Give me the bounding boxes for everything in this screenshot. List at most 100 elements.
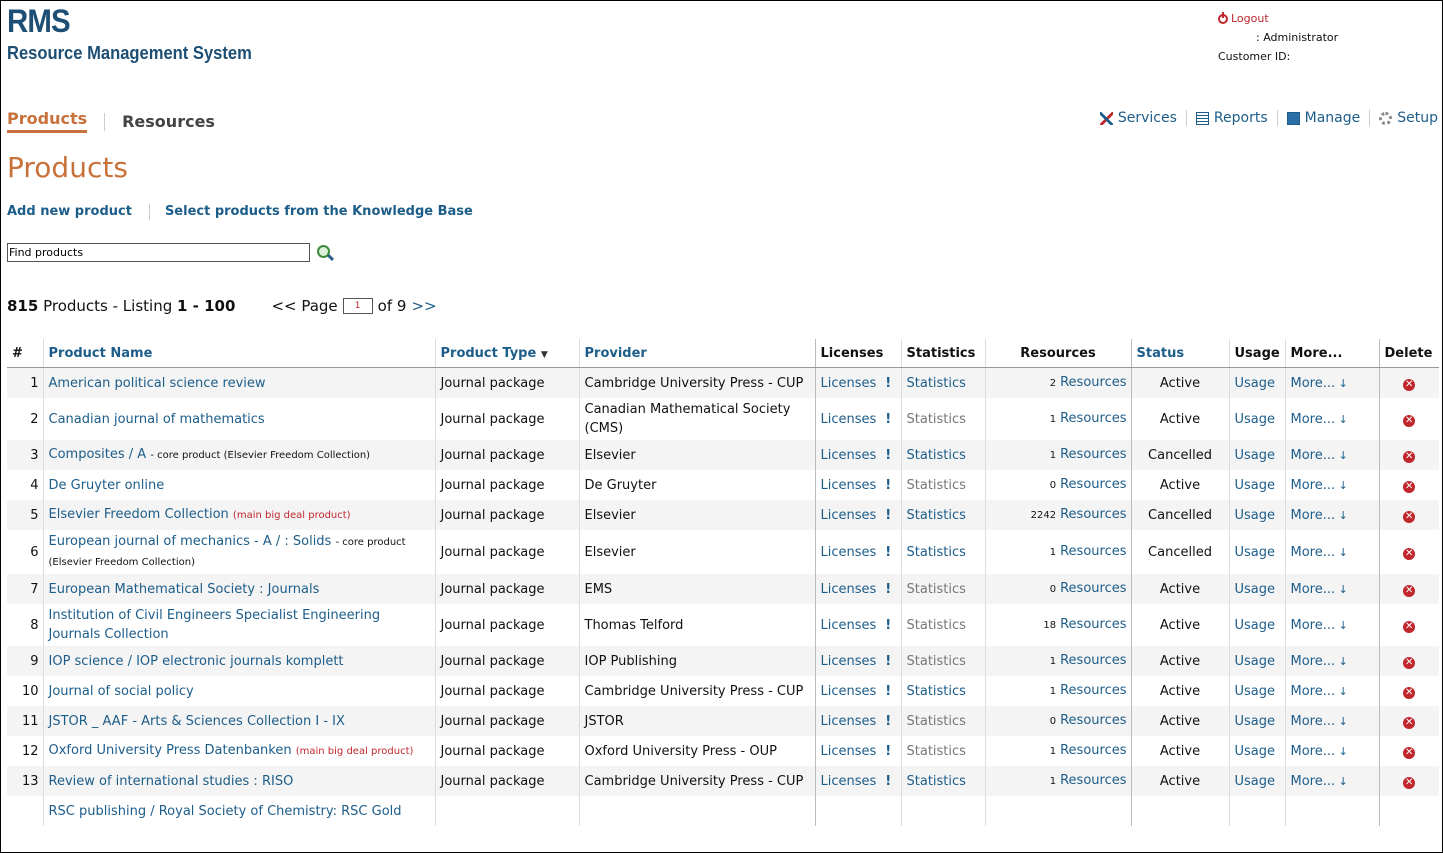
license-alert-icon[interactable]: ! xyxy=(885,744,891,759)
more-dropdown[interactable]: More... xyxy=(1291,774,1348,789)
license-alert-icon[interactable]: ! xyxy=(885,545,891,560)
usage-link[interactable]: Usage xyxy=(1235,618,1276,633)
delete-icon[interactable]: ✕ xyxy=(1403,620,1416,633)
statistics-link[interactable]: Statistics xyxy=(907,545,966,560)
nav-reports[interactable]: Reports xyxy=(1185,110,1277,126)
resources-link[interactable]: Resources xyxy=(1060,375,1126,390)
delete-icon[interactable]: ✕ xyxy=(1403,547,1416,560)
search-input[interactable] xyxy=(7,243,310,262)
page-prefix[interactable]: << Page xyxy=(271,297,337,315)
resources-link[interactable]: Resources xyxy=(1060,507,1126,522)
product-name-link[interactable]: Oxford University Press Datenbanken xyxy=(49,743,292,758)
product-name-link[interactable]: American political science review xyxy=(49,376,266,391)
more-dropdown[interactable]: More... xyxy=(1291,684,1348,699)
licenses-link[interactable]: Licenses xyxy=(821,654,877,669)
product-name-link[interactable]: Composites / A xyxy=(49,447,147,462)
usage-link[interactable]: Usage xyxy=(1235,376,1276,391)
license-alert-icon[interactable]: ! xyxy=(885,774,891,789)
col-product-type[interactable]: Product Type ▼ xyxy=(434,339,579,368)
license-alert-icon[interactable]: ! xyxy=(885,618,891,633)
more-dropdown[interactable]: More... xyxy=(1291,412,1348,427)
delete-icon[interactable]: ✕ xyxy=(1403,414,1416,427)
delete-icon[interactable]: ✕ xyxy=(1403,716,1416,729)
add-product-link[interactable]: Add new product xyxy=(7,204,132,220)
licenses-link[interactable]: Licenses xyxy=(821,774,877,789)
licenses-link[interactable]: Licenses xyxy=(821,582,877,597)
licenses-link[interactable]: Licenses xyxy=(821,412,877,427)
licenses-link[interactable]: Licenses xyxy=(821,714,877,729)
licenses-link[interactable]: Licenses xyxy=(821,376,877,391)
search-icon[interactable] xyxy=(317,244,335,261)
licenses-link[interactable]: Licenses xyxy=(821,545,877,560)
licenses-link[interactable]: Licenses xyxy=(821,448,877,463)
col-product-name[interactable]: Product Name xyxy=(42,339,435,368)
resources-link[interactable]: Resources xyxy=(1060,447,1126,462)
usage-link[interactable]: Usage xyxy=(1235,774,1276,789)
delete-icon[interactable]: ✕ xyxy=(1403,510,1416,523)
resources-link[interactable]: Resources xyxy=(1060,617,1126,632)
licenses-link[interactable]: Licenses xyxy=(821,684,877,699)
product-name-link[interactable]: JSTOR _ AAF - Arts & Sciences Collection… xyxy=(49,714,345,729)
licenses-link[interactable]: Licenses xyxy=(821,744,877,759)
usage-link[interactable]: Usage xyxy=(1235,478,1276,493)
statistics-link[interactable]: Statistics xyxy=(907,376,966,391)
product-name-link[interactable]: European journal of mechanics - A / : So… xyxy=(49,534,332,549)
license-alert-icon[interactable]: ! xyxy=(885,684,891,699)
resources-link[interactable]: Resources xyxy=(1060,773,1126,788)
tab-resources[interactable]: Resources xyxy=(122,112,215,133)
delete-icon[interactable]: ✕ xyxy=(1403,584,1416,597)
usage-link[interactable]: Usage xyxy=(1235,744,1276,759)
product-name-link[interactable]: Review of international studies : RISO xyxy=(49,774,294,789)
delete-icon[interactable]: ✕ xyxy=(1403,378,1416,391)
license-alert-icon[interactable]: ! xyxy=(885,582,891,597)
delete-icon[interactable]: ✕ xyxy=(1403,776,1416,789)
more-dropdown[interactable]: More... xyxy=(1291,618,1348,633)
more-dropdown[interactable]: More... xyxy=(1291,582,1348,597)
statistics-link[interactable]: Statistics xyxy=(907,448,966,463)
more-dropdown[interactable]: More... xyxy=(1291,376,1348,391)
next-page-link[interactable]: >> xyxy=(411,297,436,315)
more-dropdown[interactable]: More... xyxy=(1291,545,1348,560)
licenses-link[interactable]: Licenses xyxy=(821,618,877,633)
resources-link[interactable]: Resources xyxy=(1060,477,1126,492)
tab-products[interactable]: Products xyxy=(7,109,88,133)
statistics-link[interactable]: Statistics xyxy=(907,684,966,699)
licenses-link[interactable]: Licenses xyxy=(821,508,877,523)
license-alert-icon[interactable]: ! xyxy=(885,448,891,463)
license-alert-icon[interactable]: ! xyxy=(885,478,891,493)
license-alert-icon[interactable]: ! xyxy=(885,508,891,523)
delete-icon[interactable]: ✕ xyxy=(1403,450,1416,463)
product-name-link[interactable]: European Mathematical Society : Journals xyxy=(49,582,320,597)
product-name-link[interactable]: De Gruyter online xyxy=(49,478,165,493)
nav-manage[interactable]: Manage xyxy=(1276,110,1370,126)
delete-icon[interactable]: ✕ xyxy=(1403,746,1416,759)
usage-link[interactable]: Usage xyxy=(1235,582,1276,597)
logout-link[interactable]: Logout xyxy=(1218,9,1338,28)
resources-link[interactable]: Resources xyxy=(1060,411,1126,426)
select-kb-link[interactable]: Select products from the Knowledge Base xyxy=(165,204,473,220)
statistics-link[interactable]: Statistics xyxy=(907,774,966,789)
licenses-link[interactable]: Licenses xyxy=(821,478,877,493)
statistics-link[interactable]: Statistics xyxy=(907,508,966,523)
page-input[interactable] xyxy=(342,298,373,314)
usage-link[interactable]: Usage xyxy=(1235,448,1276,463)
usage-link[interactable]: Usage xyxy=(1235,508,1276,523)
product-name-link[interactable]: Institution of Civil Engineers Specialis… xyxy=(49,608,381,642)
resources-link[interactable]: Resources xyxy=(1060,713,1126,728)
usage-link[interactable]: Usage xyxy=(1235,714,1276,729)
product-name-link[interactable]: Canadian journal of mathematics xyxy=(49,412,265,427)
nav-setup[interactable]: Setup xyxy=(1369,110,1438,126)
more-dropdown[interactable]: More... xyxy=(1291,714,1348,729)
more-dropdown[interactable]: More... xyxy=(1291,478,1348,493)
more-dropdown[interactable]: More... xyxy=(1291,508,1348,523)
more-dropdown[interactable]: More... xyxy=(1291,654,1348,669)
product-name-link[interactable]: Journal of social policy xyxy=(49,684,194,699)
nav-services[interactable]: Services xyxy=(1091,110,1186,126)
usage-link[interactable]: Usage xyxy=(1235,654,1276,669)
resources-link[interactable]: Resources xyxy=(1060,544,1126,559)
delete-icon[interactable]: ✕ xyxy=(1403,686,1416,699)
col-provider[interactable]: Provider xyxy=(578,339,815,368)
usage-link[interactable]: Usage xyxy=(1235,684,1276,699)
license-alert-icon[interactable]: ! xyxy=(885,376,891,391)
resources-link[interactable]: Resources xyxy=(1060,653,1126,668)
